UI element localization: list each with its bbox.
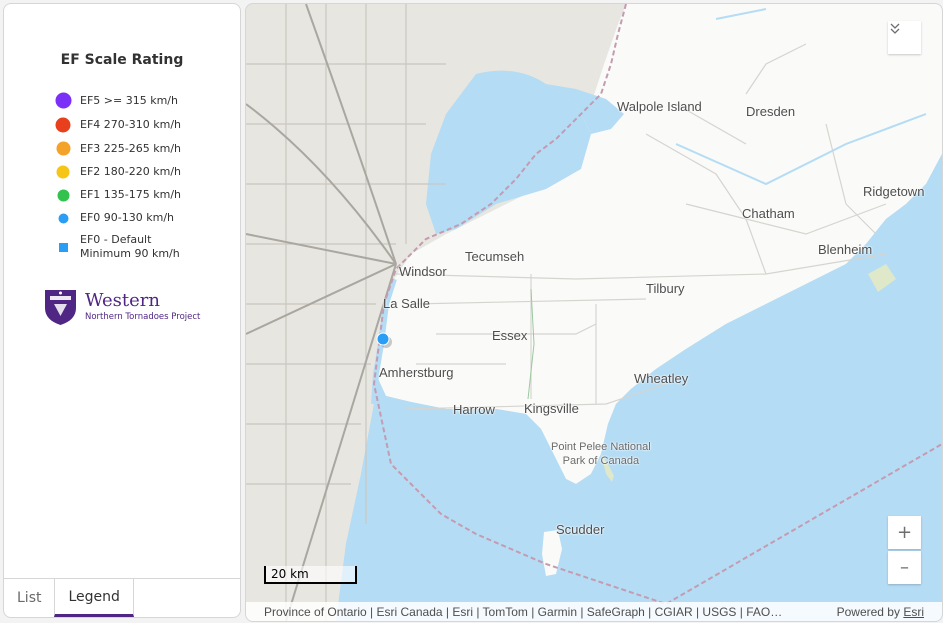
legend-item-ef4: EF4 270-310 km/h	[54, 117, 181, 133]
legend-item-label: EF2 180-220 km/h	[80, 165, 181, 178]
legend-item-ef2: EF2 180-220 km/h	[54, 165, 181, 179]
legend-panel: EF Scale Rating EF5 >= 315 km/h EF4 270-…	[3, 3, 241, 618]
legend-item-label: EF4 270-310 km/h	[80, 118, 181, 131]
map-view[interactable]: Walpole Island Dresden Ridgetown Chatham…	[245, 3, 943, 622]
place-dresden: Dresden	[746, 104, 796, 119]
logo-name: Western	[85, 290, 161, 311]
ef4-circle-icon	[54, 117, 72, 133]
zoom-in-button[interactable]: +	[888, 516, 921, 549]
powered-by: Powered by Esri	[836, 604, 924, 619]
place-blenheim: Blenheim	[818, 242, 873, 257]
place-tilbury: Tilbury	[646, 281, 685, 296]
ef0-default-square-icon	[54, 242, 72, 252]
western-logo: Western Northern Tornadoes Project	[44, 288, 200, 326]
attribution-text: Province of Ontario | Esri Canada | Esri…	[264, 604, 783, 619]
place-ridgetown: Ridgetown	[863, 184, 925, 199]
legend-item-ef5: EF5 >= 315 km/h	[54, 92, 178, 109]
ef0-circle-icon	[54, 213, 72, 224]
zoom-out-button[interactable]: –	[888, 551, 921, 584]
collapse-button[interactable]	[888, 21, 921, 54]
place-windsor: Windsor	[399, 264, 447, 279]
legend-item-ef0-default: EF0 - Default Minimum 90 km/h	[54, 233, 180, 261]
legend-item-ef3: EF3 225-265 km/h	[54, 141, 181, 156]
attribution-bar: Province of Ontario | Esri Canada | Esri…	[246, 602, 942, 621]
legend-item-ef0: EF0 90-130 km/h	[54, 211, 174, 225]
ef5-circle-icon	[54, 92, 72, 109]
ef3-circle-icon	[54, 141, 72, 156]
place-amherstburg: Amherstburg	[379, 365, 454, 380]
western-crest-icon	[45, 290, 76, 325]
place-wheatley: Wheatley	[634, 371, 689, 386]
legend-item-label-line2: Minimum 90 km/h	[80, 247, 180, 260]
place-kingsville: Kingsville	[524, 401, 579, 416]
ef1-circle-icon	[54, 189, 72, 202]
place-point-pelee: Point Pelee National Park of Canada	[551, 441, 651, 467]
legend-title: EF Scale Rating	[60, 52, 184, 68]
panel-tabs: List Legend	[4, 578, 240, 617]
place-harrow: Harrow	[453, 402, 495, 417]
legend-item-label: EF3 225-265 km/h	[80, 141, 181, 155]
legend-item-label: EF1 135-175 km/h	[80, 188, 181, 201]
place-walpole-island: Walpole Island	[617, 99, 702, 114]
place-tecumseh: Tecumseh	[465, 249, 525, 264]
place-scudder: Scudder	[556, 522, 605, 537]
logo-subtitle: Northern Tornadoes Project	[85, 312, 201, 322]
legend-item-label: EF0 90-130 km/h	[80, 211, 174, 224]
scale-bar: 20 km	[264, 566, 357, 584]
legend-item-ef1: EF1 135-175 km/h	[54, 188, 181, 202]
legend-item-label: EF5 >= 315 km/h	[80, 93, 178, 107]
esri-link[interactable]: Esri	[903, 605, 924, 619]
place-la-salle: La Salle	[383, 296, 430, 311]
ef2-circle-icon	[54, 165, 72, 179]
tab-list[interactable]: List	[4, 579, 54, 617]
legend-item-label-line1: EF0 - Default	[80, 233, 152, 246]
place-chatham: Chatham	[742, 206, 795, 221]
place-essex: Essex	[492, 328, 528, 343]
tab-legend[interactable]: Legend	[54, 579, 134, 617]
